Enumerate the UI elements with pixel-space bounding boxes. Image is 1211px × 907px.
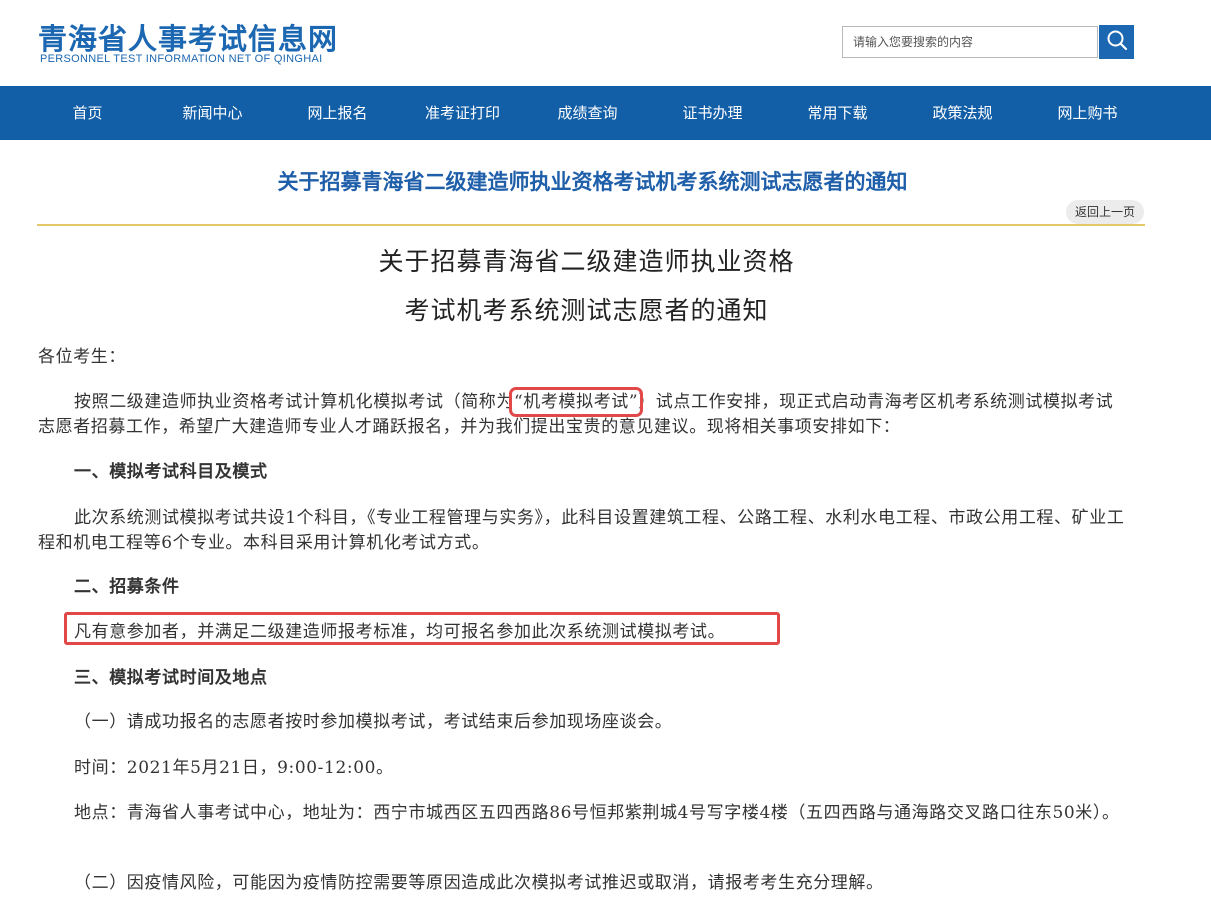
place-line: 地点：青海省人事考试中心，地址为：西宁市城西区五四西路86号恒邦紫荆城4号写字楼…	[74, 803, 1120, 823]
section1-heading: 一、模拟考试科目及模式	[74, 462, 268, 482]
section2-body: 凡有意参加者，并满足二级建造师报考标准，均可报名参加此次系统测试模拟考试。	[74, 622, 726, 642]
nav-admission-ticket[interactable]: 准考证打印	[400, 86, 525, 140]
title-divider	[37, 224, 1145, 226]
nav-online-registration[interactable]: 网上报名	[275, 86, 400, 140]
highlighted-term: “机考模拟考试”	[508, 387, 644, 417]
back-button[interactable]: 返回上一页	[1066, 200, 1144, 224]
nav-score-query[interactable]: 成绩查询	[525, 86, 650, 140]
nav-policies[interactable]: 政策法规	[900, 86, 1025, 140]
nav-certificate[interactable]: 证书办理	[650, 86, 775, 140]
intro-paragraph: 按照二级建造师执业资格考试计算机化模拟考试（简称为“机考模拟考试”）试点工作安排…	[38, 387, 1130, 440]
intro-text-before: 按照二级建造师执业资格考试计算机化模拟考试（简称为	[74, 392, 514, 412]
greeting: 各位考生：	[38, 347, 126, 367]
section2-heading: 二、招募条件	[74, 577, 180, 597]
document-title-line2: 考试机考系统测试志愿者的通知	[404, 296, 769, 325]
site-logo[interactable]: 青海省人事考试信息网	[38, 16, 338, 58]
nav-home[interactable]: 首页	[25, 86, 150, 140]
document-title-line1: 关于招募青海省二级建造师执业资格	[378, 247, 795, 276]
site-logo-subtitle: PERSONNEL TEST INFORMATION NET OF QINGHA…	[40, 53, 323, 65]
article-title: 关于招募青海省二级建造师执业资格考试机考系统测试志愿者的通知	[277, 170, 908, 194]
section1-body: 此次系统测试模拟考试共设1个科目，《专业工程管理与实务》，此科目设置建筑工程、公…	[38, 508, 1125, 553]
nav-downloads[interactable]: 常用下载	[775, 86, 900, 140]
search-icon	[1105, 28, 1129, 56]
section3-item1: （一）请成功报名的志愿者按时参加模拟考试，考试结束后参加现场座谈会。	[74, 712, 673, 732]
section3-heading: 三、模拟考试时间及地点	[74, 668, 268, 688]
nav-book-store[interactable]: 网上购书	[1025, 86, 1150, 140]
section3-item2: （二）因疫情风险，可能因为疫情防控需要等原因造成此次模拟考试推迟或取消，请报考考…	[74, 873, 884, 893]
main-nav: 首页 新闻中心 网上报名 准考证打印 成绩查询 证书办理 常用下载 政策法规 网…	[0, 86, 1211, 140]
time-line: 时间：2021年5月21日，9:00-12:00。	[74, 758, 394, 778]
nav-news-center[interactable]: 新闻中心	[150, 86, 275, 140]
search-input[interactable]	[842, 26, 1098, 58]
site-header: 青海省人事考试信息网 PERSONNEL TEST INFORMATION NE…	[0, 0, 1211, 86]
search-button[interactable]	[1099, 25, 1134, 59]
